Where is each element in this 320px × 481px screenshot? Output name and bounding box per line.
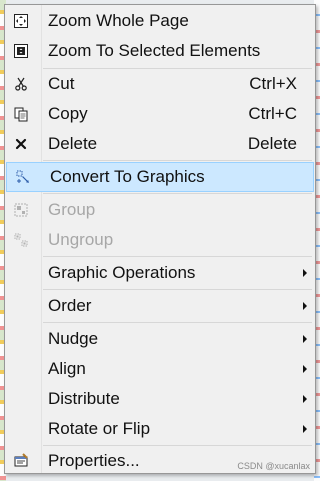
menu-item-ungroup[interactable]: Ungroup <box>5 225 315 255</box>
submenu-arrow-icon <box>303 365 307 373</box>
copy-icon <box>13 106 29 122</box>
submenu-arrow-icon <box>303 335 307 343</box>
menu-item-label: Order <box>48 296 92 315</box>
menu-item-order[interactable]: Order <box>5 291 315 321</box>
menu-separator <box>43 289 312 290</box>
menu-item-label: Copy <box>48 104 88 123</box>
scissors-icon <box>13 76 29 92</box>
context-menu: Zoom Whole Page Zoom To Selected Element… <box>4 4 316 474</box>
menu-item-graphic-operations[interactable]: Graphic Operations <box>5 258 315 288</box>
watermark: CSDN @xucanlax <box>237 461 310 471</box>
menu-item-label: Ungroup <box>48 230 114 249</box>
menu-separator <box>43 322 312 323</box>
zoom-selected-icon <box>13 43 29 59</box>
menu-item-align[interactable]: Align <box>5 354 315 384</box>
menu-item-distribute[interactable]: Distribute <box>5 384 315 414</box>
convert-to-graphics-icon <box>15 169 31 185</box>
menu-item-label: Zoom Whole Page <box>48 11 189 30</box>
menu-item-group[interactable]: Group <box>5 195 315 225</box>
ungroup-icon <box>13 232 29 248</box>
menu-item-shortcut: Ctrl+X <box>249 74 297 93</box>
screenshot-stage: Zoom Whole Page Zoom To Selected Element… <box>0 0 320 481</box>
submenu-arrow-icon <box>303 269 307 277</box>
menu-item-label: Graphic Operations <box>48 263 196 282</box>
menu-item-delete[interactable]: Delete Delete <box>5 129 315 159</box>
menu-item-zoom-whole-page[interactable]: Zoom Whole Page <box>5 6 315 36</box>
menu-item-label: Cut <box>48 74 75 93</box>
delete-icon <box>13 136 29 152</box>
menu-item-label: Zoom To Selected Elements <box>48 41 261 60</box>
submenu-arrow-icon <box>303 302 307 310</box>
menu-separator <box>43 193 312 194</box>
menu-item-shortcut: Ctrl+C <box>248 104 297 123</box>
menu-item-nudge[interactable]: Nudge <box>5 324 315 354</box>
menu-item-label: Convert To Graphics <box>50 167 205 186</box>
submenu-arrow-icon <box>303 395 307 403</box>
menu-item-label: Group <box>48 200 96 219</box>
menu-item-shortcut: Delete <box>247 134 297 153</box>
menu-item-copy[interactable]: Copy Ctrl+C <box>5 99 315 129</box>
menu-separator <box>43 256 312 257</box>
menu-item-label: Align <box>48 359 86 378</box>
menu-item-rotate-or-flip[interactable]: Rotate or Flip <box>5 414 315 444</box>
properties-icon <box>13 453 29 469</box>
group-icon <box>13 202 29 218</box>
menu-item-label: Delete <box>48 134 98 153</box>
submenu-arrow-icon <box>303 425 307 433</box>
menu-item-label: Nudge <box>48 329 99 348</box>
menu-item-label: Distribute <box>48 389 120 408</box>
menu-item-label: Rotate or Flip <box>48 419 151 438</box>
menu-item-label: Properties... <box>48 451 140 470</box>
zoom-whole-page-icon <box>13 13 29 29</box>
menu-separator <box>43 160 312 161</box>
menu-item-convert-to-graphics[interactable]: Convert To Graphics <box>6 162 314 192</box>
menu-item-cut[interactable]: Cut Ctrl+X <box>5 69 315 99</box>
menu-item-zoom-selected[interactable]: Zoom To Selected Elements <box>5 36 315 66</box>
